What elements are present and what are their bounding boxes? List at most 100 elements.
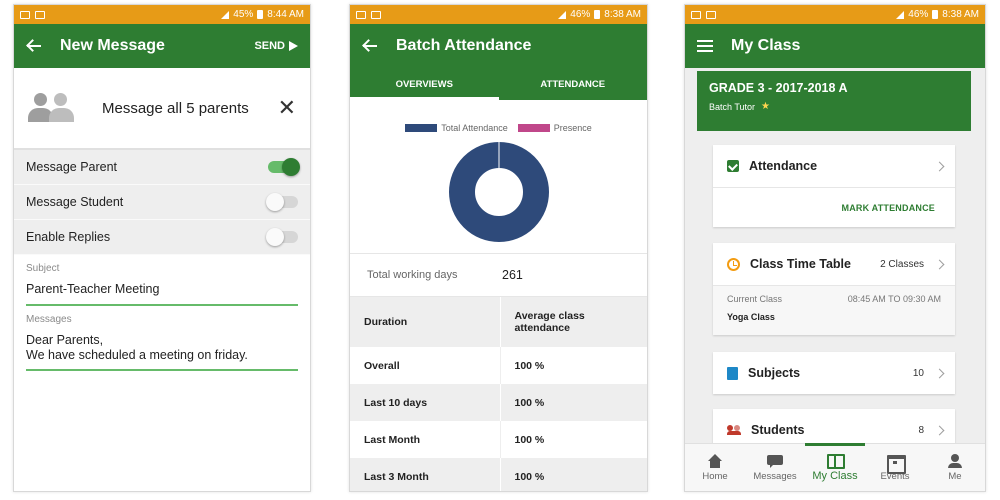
cell-signal-icon bbox=[896, 10, 905, 19]
back-arrow-icon[interactable] bbox=[362, 38, 378, 54]
value-cell: 100 % bbox=[499, 384, 647, 421]
mark-attendance-button[interactable]: MARK ATTENDANCE bbox=[842, 203, 936, 213]
cell-signal-icon bbox=[558, 10, 567, 19]
cell-signal-icon bbox=[221, 10, 230, 19]
send-button[interactable]: SEND bbox=[254, 40, 298, 52]
bottom-nav: Home Messages My Class Events Me bbox=[685, 443, 985, 491]
message-parent-toggle[interactable] bbox=[268, 158, 300, 176]
table-row: Last 10 days 100 % bbox=[350, 384, 647, 421]
column-header: Average class attendance bbox=[499, 297, 647, 347]
message-line: Dear Parents, bbox=[26, 333, 104, 347]
table-header: Duration Average class attendance bbox=[350, 297, 647, 347]
call-icon bbox=[706, 10, 716, 19]
nav-home[interactable]: Home bbox=[685, 444, 745, 491]
subjects-row[interactable]: Subjects 10 bbox=[713, 352, 955, 394]
tab-attendance[interactable]: ATTENDANCE bbox=[499, 68, 648, 100]
column-header: Duration bbox=[350, 297, 500, 347]
attendance-row[interactable]: Attendance bbox=[713, 145, 955, 187]
subject-field: Subject Parent-Teacher Meeting bbox=[14, 255, 310, 306]
class-content: GRADE 3 - 2017-2018 A Batch Tutor ★ Atten… bbox=[685, 68, 985, 443]
subjects-count: 10 bbox=[912, 367, 924, 379]
timetable-count: 2 Classes bbox=[880, 258, 924, 270]
chevron-right-icon bbox=[934, 368, 945, 378]
legend-swatch bbox=[517, 124, 550, 132]
check-icon bbox=[727, 160, 739, 172]
tab-overviews[interactable]: OVERVIEWS bbox=[350, 68, 499, 100]
new-message-screen: 45% 8:44 AM New Message SEND Message all … bbox=[13, 4, 311, 492]
legend-item-presence: Presence bbox=[517, 123, 592, 133]
working-days-value: 261 bbox=[502, 268, 523, 282]
students-card[interactable]: Students 8 bbox=[713, 409, 955, 443]
message-line: We have scheduled a meeting on friday. bbox=[26, 348, 248, 362]
close-icon[interactable]: ✕ bbox=[278, 97, 296, 119]
enable-replies-toggle[interactable] bbox=[266, 228, 298, 246]
signal-indicator-icon bbox=[35, 10, 45, 19]
subjects-label: Subjects bbox=[748, 366, 801, 380]
chart-legend: Total Attendance Presence bbox=[350, 123, 647, 133]
my-class-screen: 46% 8:38 AM My Class GRADE 3 - 2017-2018 … bbox=[684, 4, 986, 492]
attendance-card: Attendance MARK ATTENDANCE bbox=[713, 145, 955, 227]
notification-icon bbox=[20, 10, 30, 19]
notification-icon bbox=[356, 10, 366, 19]
subjects-card[interactable]: Subjects 10 bbox=[713, 352, 955, 394]
table-row: Last Month 100 % bbox=[350, 421, 647, 458]
notification-icon bbox=[691, 10, 701, 19]
message-student-toggle[interactable] bbox=[266, 193, 298, 211]
students-label: Students bbox=[751, 423, 805, 437]
grade-subtitle: Batch Tutor bbox=[709, 101, 756, 112]
status-time: 8:38 AM bbox=[604, 9, 641, 20]
page-title: Batch Attendance bbox=[396, 37, 532, 54]
messages-input[interactable]: Dear Parents, We have scheduled a meetin… bbox=[26, 325, 298, 371]
nav-messages[interactable]: Messages bbox=[745, 444, 805, 491]
page-title: My Class bbox=[731, 37, 801, 54]
calendar-icon bbox=[887, 454, 906, 474]
batch-attendance-screen: 46% 8:38 AM Batch Attendance OVERVIEWS AT… bbox=[349, 4, 648, 492]
toggle-row-message-parent: Message Parent bbox=[14, 150, 310, 185]
app-bar: New Message SEND bbox=[14, 24, 310, 68]
students-row[interactable]: Students 8 bbox=[713, 409, 955, 443]
send-icon bbox=[289, 41, 298, 51]
duration-cell: Overall bbox=[364, 359, 400, 372]
people-icon bbox=[727, 425, 741, 435]
timetable-row[interactable]: Class Time Table 2 Classes bbox=[713, 243, 955, 285]
donut-chart bbox=[449, 142, 549, 242]
nav-label: Me bbox=[948, 470, 962, 482]
duration-cell: Last Month bbox=[364, 433, 420, 446]
duration-cell: Last 10 days bbox=[350, 384, 500, 421]
status-bar: 46% 8:38 AM bbox=[685, 5, 985, 24]
chevron-right-icon bbox=[934, 259, 945, 269]
subject-input[interactable]: Parent-Teacher Meeting bbox=[26, 274, 298, 306]
working-days-label: Total working days bbox=[367, 269, 458, 281]
value-cell: 100 % bbox=[499, 458, 647, 491]
subject-label: Subject bbox=[26, 263, 60, 274]
mark-attendance-row: MARK ATTENDANCE bbox=[713, 187, 955, 227]
menu-icon[interactable] bbox=[697, 40, 713, 52]
timetable-label: Class Time Table bbox=[750, 257, 851, 271]
book-open-icon bbox=[827, 453, 845, 469]
status-time: 8:44 AM bbox=[267, 9, 304, 20]
recipient-text: Message all 5 parents bbox=[102, 99, 249, 117]
status-time: 8:38 AM bbox=[942, 9, 979, 20]
battery-percent: 45% bbox=[233, 9, 254, 20]
nav-my-class[interactable]: My Class bbox=[805, 443, 865, 491]
nav-events[interactable]: Events bbox=[865, 444, 925, 491]
grade-card[interactable]: GRADE 3 - 2017-2018 A Batch Tutor ★ bbox=[697, 71, 971, 131]
nav-label: My Class bbox=[812, 470, 858, 482]
chevron-right-icon bbox=[934, 161, 945, 171]
students-count: 8 bbox=[918, 424, 924, 436]
alarm-clock-icon bbox=[727, 257, 740, 271]
battery-percent: 46% bbox=[908, 9, 929, 20]
toggle-row-enable-replies: Enable Replies bbox=[14, 220, 310, 255]
timetable-card: Class Time Table 2 Classes Current Class… bbox=[713, 243, 955, 335]
toggle-label: Message Parent bbox=[26, 160, 118, 174]
table-row: Last 3 Month 100 % bbox=[350, 458, 647, 491]
nav-me[interactable]: Me bbox=[925, 444, 985, 491]
battery-icon bbox=[594, 10, 601, 19]
toggle-label: Message Student bbox=[26, 195, 124, 209]
value-cell: 100 % bbox=[499, 421, 647, 458]
back-arrow-icon[interactable] bbox=[26, 38, 42, 54]
tab-bar: OVERVIEWS ATTENDANCE bbox=[350, 68, 647, 100]
app-bar: My Class bbox=[685, 24, 985, 68]
book-icon bbox=[727, 366, 738, 380]
class-name: Yoga Class bbox=[727, 312, 775, 322]
